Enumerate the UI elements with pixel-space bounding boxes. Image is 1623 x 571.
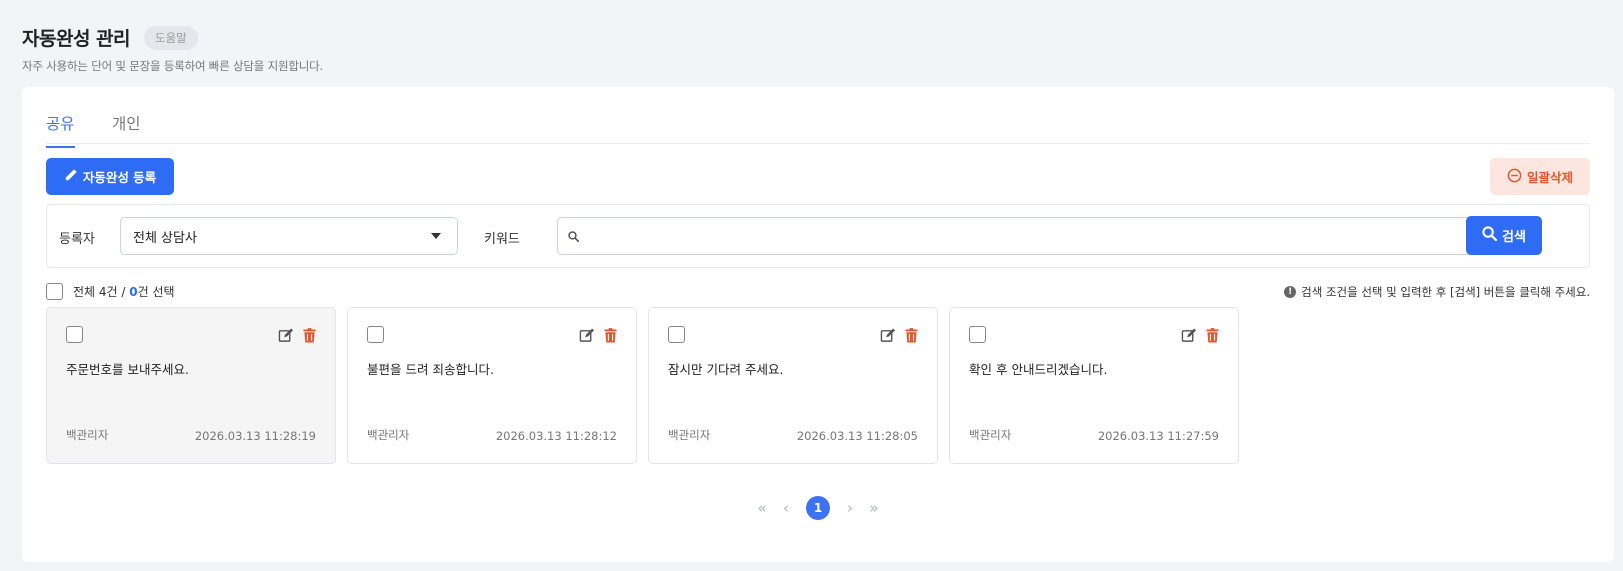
card-list: 주문번호를 보내주세요. 백관리자 2026.03.13 11:28:19 불편… — [46, 307, 1239, 464]
last-page-icon[interactable]: » — [866, 496, 882, 520]
prev-page-icon[interactable]: ‹ — [778, 496, 794, 520]
tab-personal[interactable]: 개인 — [112, 112, 141, 146]
autocomplete-card[interactable]: 주문번호를 보내주세요. 백관리자 2026.03.13 11:28:19 — [46, 307, 336, 464]
card-actions — [579, 328, 617, 343]
search-icon — [1482, 226, 1498, 245]
filter-box: 등록자 전체 상담사 키워드 검색 — [46, 204, 1590, 268]
next-page-icon[interactable]: › — [842, 496, 858, 520]
bulk-delete-label: 일괄삭제 — [1526, 170, 1573, 185]
card-date: 2026.03.13 11:28:12 — [495, 429, 617, 443]
tab-shared[interactable]: 공유 — [46, 112, 75, 148]
search-button[interactable]: 검색 — [1466, 216, 1542, 255]
page-number-current[interactable]: 1 — [806, 496, 830, 520]
trash-icon[interactable] — [1206, 328, 1219, 343]
card-actions — [278, 328, 316, 343]
card-author: 백관리자 — [367, 428, 410, 442]
registrant-label: 등록자 — [59, 232, 95, 247]
page-description: 자주 사용하는 단어 및 문장을 등록하여 빠른 상담을 지원합니다. — [22, 59, 323, 73]
content-panel: 공유 개인 자동완성 등록 일괄삭제 등록자 전체 상담사 키워드 검색 전체 … — [22, 87, 1614, 562]
tab-bar: 공유 개인 — [46, 87, 1590, 148]
autocomplete-card[interactable]: 불편을 드려 죄송합니다. 백관리자 2026.03.13 11:28:12 — [347, 307, 637, 464]
info-icon: ! — [1284, 286, 1297, 298]
card-checkbox[interactable] — [668, 326, 685, 343]
card-author: 백관리자 — [969, 428, 1012, 442]
card-checkbox[interactable] — [969, 326, 986, 343]
registrant-select-value: 전체 상담사 — [133, 230, 197, 246]
keyword-input[interactable] — [587, 218, 1488, 254]
bulk-delete-button[interactable]: 일괄삭제 — [1490, 158, 1590, 195]
trash-icon[interactable] — [905, 328, 918, 343]
selection-summary: 전체 4건 / 0건 선택 — [46, 283, 175, 300]
trash-icon[interactable] — [303, 328, 316, 343]
card-date: 2026.03.13 11:27:59 — [1097, 429, 1219, 443]
add-autocomplete-button[interactable]: 자동완성 등록 — [46, 158, 174, 195]
pagination: « ‹ 1 › » — [22, 496, 1614, 520]
card-text: 주문번호를 보내주세요. — [66, 362, 189, 377]
card-author: 백관리자 — [66, 428, 109, 442]
card-actions — [880, 328, 918, 343]
selected-count: 0 — [129, 284, 138, 299]
card-text: 불편을 드려 죄송합니다. — [367, 362, 494, 377]
pencil-icon — [64, 168, 78, 185]
card-text: 잠시만 기다려 주세요. — [668, 362, 784, 377]
search-notice-text: 검색 조건을 선택 및 입력한 후 [검색] 버튼을 클릭해 주세요. — [1301, 285, 1590, 299]
edit-icon[interactable] — [880, 328, 896, 343]
edit-icon[interactable] — [278, 328, 294, 343]
page-title: 자동완성 관리 — [22, 28, 131, 50]
search-button-label: 검색 — [1502, 230, 1526, 245]
search-icon — [568, 227, 580, 246]
registrant-select[interactable]: 전체 상담사 — [120, 217, 458, 255]
select-all-checkbox[interactable] — [46, 283, 63, 300]
edit-icon[interactable] — [579, 328, 595, 343]
add-autocomplete-label: 자동완성 등록 — [82, 170, 157, 185]
card-date: 2026.03.13 11:28:05 — [796, 429, 918, 443]
page-header: 자동완성 관리 도움말 — [22, 24, 198, 51]
search-notice: ! 검색 조건을 선택 및 입력한 후 [검색] 버튼을 클릭해 주세요. — [1284, 284, 1590, 300]
card-checkbox[interactable] — [367, 326, 384, 343]
card-date: 2026.03.13 11:28:19 — [194, 429, 316, 443]
help-badge[interactable]: 도움말 — [144, 25, 198, 50]
card-checkbox[interactable] — [66, 326, 83, 343]
total-count-text: 전체 4건 / — [73, 285, 126, 299]
autocomplete-card[interactable]: 잠시만 기다려 주세요. 백관리자 2026.03.13 11:28:05 — [648, 307, 938, 464]
selected-suffix: 건 선택 — [137, 285, 175, 299]
card-actions — [1181, 328, 1219, 343]
keyword-label: 키워드 — [484, 232, 520, 247]
minus-circle-icon — [1507, 168, 1522, 186]
trash-icon[interactable] — [604, 328, 617, 343]
card-author: 백관리자 — [668, 428, 711, 442]
caret-down-icon — [431, 233, 441, 239]
autocomplete-card[interactable]: 확인 후 안내드리겠습니다. 백관리자 2026.03.13 11:27:59 — [949, 307, 1239, 464]
keyword-field[interactable] — [557, 217, 1489, 255]
edit-icon[interactable] — [1181, 328, 1197, 343]
first-page-icon[interactable]: « — [754, 496, 770, 520]
card-text: 확인 후 안내드리겠습니다. — [969, 362, 1108, 377]
